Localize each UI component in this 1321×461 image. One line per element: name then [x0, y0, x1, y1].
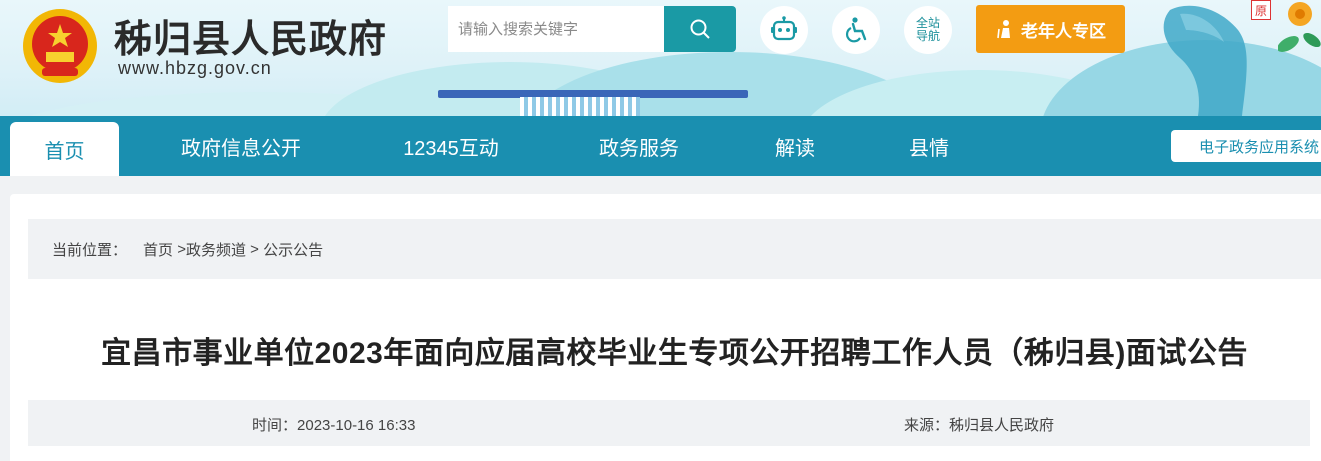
robot-icon — [771, 16, 797, 41]
source-value: 秭归县人民政府 — [949, 417, 1055, 434]
nav-item-interpretation[interactable]: 解读 — [760, 116, 830, 176]
article-title: 宜昌市事业单位2023年面向应届高校毕业生专项公开招聘工作人员（秭归县)面试公告 — [101, 337, 1248, 370]
search-icon — [690, 19, 710, 39]
nav-item-county-info[interactable]: 县情 — [894, 116, 964, 176]
accessibility-icon — [846, 17, 867, 43]
site-navigation-button[interactable]: 全站 导航 — [904, 6, 952, 54]
main-navbar: 首页 政府信息公开 12345互动 政务服务 解读 县情 电子政务应用系统 — [0, 116, 1321, 176]
emblem-icon — [23, 9, 97, 83]
breadcrumb-separator: > — [173, 240, 186, 258]
site-header: 秭归县人民政府 www.hbzg.gov.cn 全站 导航 — [0, 0, 1321, 116]
breadcrumb-prefix: 当前位置： — [52, 241, 128, 259]
bridge-illustration — [520, 97, 640, 116]
nav-item-services[interactable]: 政务服务 — [583, 116, 695, 176]
breadcrumb-separator: > — [245, 240, 264, 258]
article-time: 时间：2023-10-16 16:33 — [252, 414, 415, 435]
breadcrumb: 当前位置： 首页 > 政务频道 > 公示公告 — [28, 219, 1321, 279]
site-url: www.hbzg.gov.cn — [118, 58, 272, 78]
elder-zone-label: 老年人专区 — [1021, 21, 1106, 41]
site-navigation-label: 导航 — [915, 29, 940, 43]
robot-assistant-button[interactable] — [760, 6, 808, 54]
flower-illustration — [1278, 2, 1321, 52]
time-value: 2023-10-16 16:33 — [297, 417, 416, 434]
elder-zone-button[interactable]: 老年人专区 — [976, 5, 1125, 53]
content-panel: 当前位置： 首页 > 政务频道 > 公示公告 宜昌市事业单位2023年面向应届高… — [10, 194, 1321, 461]
orig-badge[interactable]: 原 — [1251, 0, 1271, 20]
time-label: 时间： — [252, 417, 298, 434]
breadcrumb-current-link[interactable]: 公示公告 — [263, 239, 323, 260]
breadcrumb-channel-link[interactable]: 政务频道 — [186, 239, 246, 260]
article-source: 来源：秭归县人民政府 — [904, 414, 1054, 435]
article-meta: 时间：2023-10-16 16:33 来源：秭归县人民政府 — [28, 400, 1310, 446]
e-gov-system-button[interactable]: 电子政务应用系统 — [1171, 130, 1321, 162]
site-name: 秭归县人民政府 — [114, 16, 388, 61]
search-input[interactable] — [448, 6, 664, 52]
elder-person-icon — [997, 20, 1010, 39]
source-label: 来源： — [904, 417, 950, 434]
accessibility-button[interactable] — [832, 6, 880, 54]
search-button[interactable] — [664, 6, 736, 52]
nav-item-12345[interactable]: 12345互动 — [383, 116, 519, 176]
breadcrumb-home-link[interactable]: 首页 — [143, 239, 173, 260]
nav-item-gov-info[interactable]: 政府信息公开 — [163, 116, 319, 176]
nav-item-home[interactable]: 首页 — [10, 122, 119, 176]
